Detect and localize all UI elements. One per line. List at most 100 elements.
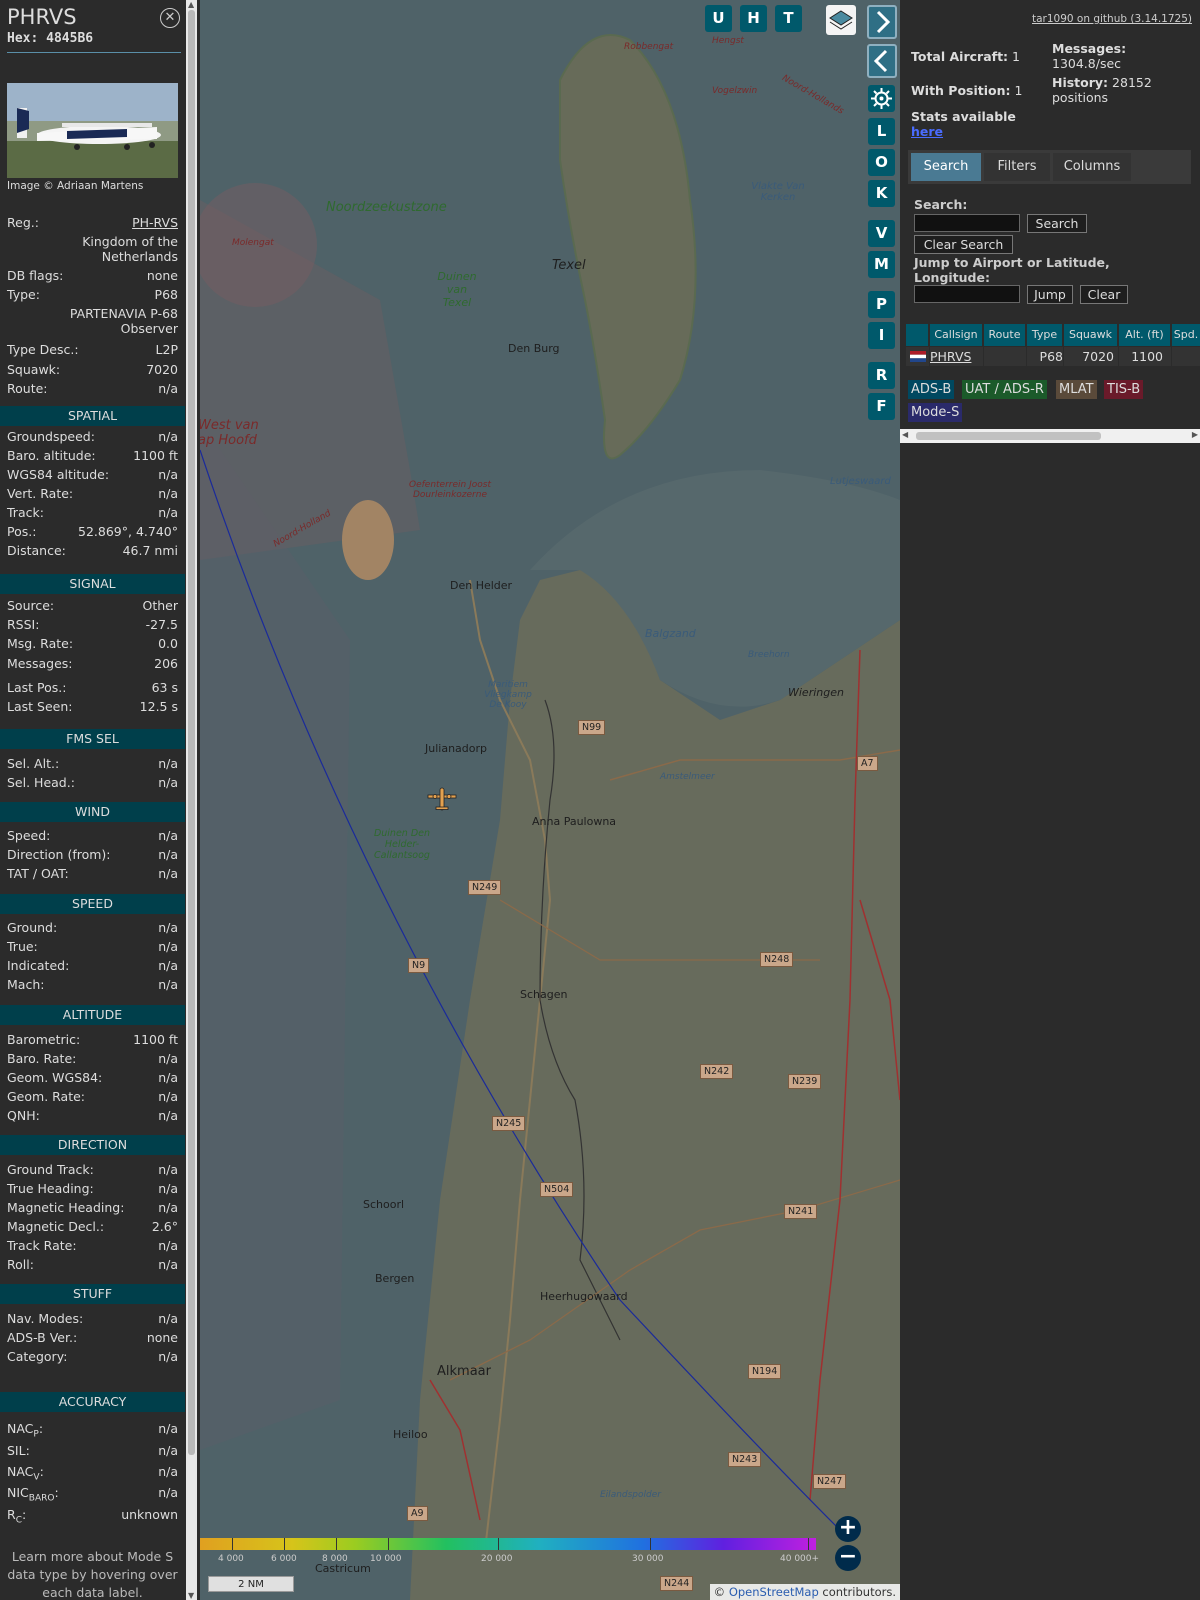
- button-f[interactable]: F: [868, 393, 895, 420]
- map-label-lutjeswaard: Lutjeswaard: [830, 476, 891, 487]
- scrollbar-thumb[interactable]: [188, 10, 195, 1455]
- button-p[interactable]: P: [868, 291, 895, 318]
- map-label-west-van-hoofd: West van ap Hoofd: [200, 418, 259, 448]
- collapse-left-icon[interactable]: [867, 44, 897, 78]
- map-label-hengst: Hengst: [712, 36, 744, 46]
- settings-icon[interactable]: [868, 85, 895, 112]
- road-badge: A7: [857, 756, 878, 771]
- colorbar-notch: [808, 1538, 809, 1550]
- colorbar-tick: 10 000: [370, 1554, 402, 1564]
- button-l[interactable]: L: [868, 118, 895, 145]
- table-cell-squawk: 7020: [1064, 347, 1118, 366]
- colorbar-notch: [650, 1538, 651, 1550]
- clear-search-button[interactable]: Clear Search: [914, 235, 1013, 254]
- map-label-robbengat: Robbengat: [624, 42, 674, 52]
- table-cell-callsign[interactable]: PHRVS: [930, 347, 983, 366]
- legend-mlat: MLAT: [1056, 380, 1097, 399]
- colorbar-notch: [388, 1538, 389, 1550]
- aircraft-photo[interactable]: [7, 83, 178, 178]
- aircraft-callsign: PHRVS: [7, 5, 77, 29]
- tab-bar: Search Filters Columns: [908, 150, 1191, 184]
- button-m[interactable]: M: [868, 251, 895, 278]
- github-link[interactable]: tar1090 on github (3.14.1725): [1032, 13, 1192, 25]
- search-label: Search:: [914, 197, 968, 212]
- table-cell-alt: 1100: [1119, 347, 1171, 366]
- table-cell-spd: [1172, 347, 1200, 366]
- layers-icon[interactable]: [826, 5, 856, 35]
- road-badge: N99: [578, 720, 606, 735]
- road-badge: N245: [492, 1116, 526, 1131]
- stats-here-link[interactable]: here: [911, 124, 943, 139]
- road-badge: N194: [748, 1364, 782, 1379]
- with-position: With Position: 1: [911, 83, 1023, 98]
- map-label-duinen-texel: Duinen van Texel: [437, 270, 477, 309]
- section-direction: DIRECTION: [0, 1135, 185, 1155]
- button-r[interactable]: R: [868, 362, 895, 389]
- map-canvas[interactable]: Noordzeekustzone Texel Duinen van Texel …: [200, 0, 900, 1600]
- colorbar-tick: 40 000+: [780, 1554, 820, 1564]
- scroll-down-icon[interactable]: ▼: [188, 1591, 194, 1600]
- map-label-wieringen: Wieringen: [788, 686, 844, 699]
- map-label-balgzand: Balgzand: [645, 627, 696, 640]
- altitude-colorbar: [200, 1538, 816, 1550]
- map-scale: 2 NM: [208, 1576, 294, 1592]
- map-label-den-helder: Den Helder: [450, 579, 513, 592]
- sidebar-scrollbar[interactable]: ▲ ▼: [186, 0, 197, 1600]
- registration-link[interactable]: PH-RVS: [132, 215, 178, 230]
- aircraft-marker-icon[interactable]: [427, 786, 457, 812]
- section-spatial: SPATIAL: [0, 406, 185, 426]
- button-k[interactable]: K: [868, 180, 895, 207]
- section-speed: SPEED: [0, 894, 185, 914]
- table-header-route[interactable]: Route: [984, 324, 1026, 346]
- section-altitude: ALTITUDE: [0, 1005, 185, 1025]
- zoom-out-icon[interactable]: −: [835, 1545, 861, 1571]
- zoom-in-icon[interactable]: +: [835, 1516, 861, 1542]
- road-badge: N244: [660, 1576, 694, 1591]
- total-aircraft: Total Aircraft: 1: [911, 49, 1020, 64]
- jump-button[interactable]: Jump: [1027, 285, 1073, 304]
- section-fms: FMS SEL: [0, 729, 185, 749]
- aircraft-hex: Hex: 4845B6: [7, 31, 94, 46]
- section-wind: WIND: [0, 802, 185, 822]
- legend-uat: UAT / ADS-R: [962, 380, 1047, 399]
- jump-input[interactable]: [914, 285, 1020, 303]
- table-header-callsign[interactable]: Callsign: [930, 324, 983, 346]
- map-label-oefenterrein: Oefenterrein Joost Dourleinkozerne: [409, 480, 491, 500]
- table-header-alt[interactable]: Alt. (ft): [1119, 324, 1171, 346]
- scroll-right-icon[interactable]: ▶: [1192, 430, 1198, 439]
- expand-right-icon[interactable]: [867, 5, 897, 39]
- aircraft-info-panel: PHRVS Hex: 4845B6 ✕ Image © Adriaan Mart…: [0, 0, 185, 1600]
- search-input[interactable]: [914, 214, 1020, 232]
- button-u[interactable]: U: [705, 5, 732, 32]
- button-i[interactable]: I: [868, 322, 895, 349]
- road-badge: N239: [788, 1074, 822, 1089]
- colorbar-tick: 30 000: [632, 1554, 664, 1564]
- search-button[interactable]: Search: [1027, 214, 1087, 233]
- tab-columns[interactable]: Columns: [1053, 153, 1131, 181]
- button-t[interactable]: T: [775, 5, 802, 32]
- hscroll-thumb[interactable]: [916, 432, 1101, 440]
- table-header-squawk[interactable]: Squawk: [1064, 324, 1118, 346]
- road-badge: N243: [728, 1452, 762, 1467]
- button-v[interactable]: V: [868, 220, 895, 247]
- button-o[interactable]: O: [868, 149, 895, 176]
- table-cell-type: P68: [1027, 347, 1063, 366]
- tab-search[interactable]: Search: [911, 153, 981, 181]
- history: History: 28152 positions: [1052, 75, 1152, 105]
- table-hscrollbar[interactable]: ◀ ▶: [900, 429, 1200, 443]
- button-h[interactable]: H: [740, 5, 767, 32]
- scroll-up-icon[interactable]: ▲: [188, 0, 194, 9]
- map-label-texel: Texel: [552, 258, 586, 273]
- country-value: Kingdom of the Netherlands: [82, 234, 178, 264]
- table-header-spd[interactable]: Spd.: [1172, 324, 1200, 346]
- close-icon[interactable]: ✕: [160, 8, 180, 28]
- tab-filters[interactable]: Filters: [984, 153, 1050, 181]
- table-header-flag[interactable]: [906, 324, 929, 346]
- clear-button[interactable]: Clear: [1080, 285, 1128, 304]
- osm-link[interactable]: OpenStreetMap: [729, 1585, 819, 1599]
- map-label-amstelmeer: Amstelmeer: [660, 772, 715, 782]
- table-header-type[interactable]: Type: [1027, 324, 1063, 346]
- map-label-schoorl: Schoorl: [363, 1198, 405, 1211]
- road-badge: A9: [407, 1506, 428, 1521]
- scroll-left-icon[interactable]: ◀: [902, 430, 908, 439]
